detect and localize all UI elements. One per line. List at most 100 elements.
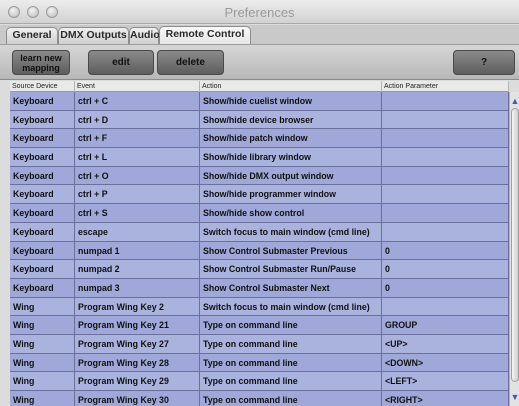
event-cell: Program Wing Key 28 bbox=[75, 353, 200, 372]
action-parameter-cell: <UP> bbox=[382, 334, 509, 353]
learn-new-mapping-button[interactable]: learn new mapping bbox=[12, 50, 70, 75]
event-cell: Program Wing Key 21 bbox=[75, 316, 200, 335]
action-parameter-cell: <LEFT> bbox=[382, 372, 509, 391]
event-cell: ctrl + C bbox=[75, 92, 200, 110]
table-row[interactable]: Keyboard escape Switch focus to main windo… bbox=[10, 222, 509, 242]
event-cell: ctrl + L bbox=[75, 148, 200, 167]
action-parameter-cell bbox=[382, 222, 509, 241]
action-cell: Show/hide DMX output window bbox=[200, 166, 382, 185]
event-cell: ctrl + O bbox=[75, 166, 200, 185]
event-cell: escape bbox=[75, 222, 200, 241]
action-parameter-cell: GROUP bbox=[382, 316, 509, 335]
source-device-cell: Keyboard bbox=[10, 148, 75, 167]
action-cell: Switch focus to main window (cmd line) bbox=[200, 297, 382, 316]
event-cell: ctrl + P bbox=[75, 185, 200, 204]
column-header-action-parameter[interactable]: Action Parameter bbox=[382, 81, 509, 92]
action-cell: Show/hide programmer window bbox=[200, 185, 382, 204]
table-row[interactable]: Wing Program Wing Key 21 Type on command l… bbox=[10, 316, 509, 335]
event-cell: Program Wing Key 29 bbox=[75, 372, 200, 391]
help-button[interactable]: ? bbox=[453, 50, 515, 75]
source-device-cell: Keyboard bbox=[10, 241, 75, 260]
table-row[interactable]: Keyboard ctrl + L Show/hide library window bbox=[10, 148, 509, 167]
action-cell: Show Control Submaster Run/Pause bbox=[200, 260, 382, 279]
tab-dmx-outputs[interactable]: DMX Outputs bbox=[58, 27, 129, 44]
event-cell: ctrl + S bbox=[75, 204, 200, 223]
action-cell: Type on command line bbox=[200, 353, 382, 372]
table-row[interactable]: Wing Program Wing Key 30 Type on command l… bbox=[10, 391, 509, 406]
source-device-cell: Wing bbox=[10, 316, 75, 335]
source-device-cell: Wing bbox=[10, 372, 75, 391]
table-row[interactable]: Keyboard numpad 2 Show Control Submaster R… bbox=[10, 260, 509, 279]
scroll-down-icon[interactable]: ▼ bbox=[510, 392, 519, 402]
action-parameter-cell bbox=[382, 204, 509, 223]
tab-general[interactable]: General bbox=[6, 27, 58, 44]
toolbar: learn new mapping edit delete ? bbox=[0, 44, 519, 80]
source-device-cell: Keyboard bbox=[10, 129, 75, 148]
action-cell: Type on command line bbox=[200, 316, 382, 335]
action-parameter-cell: <DOWN> bbox=[382, 353, 509, 372]
tab-remote-control[interactable]: Remote Control bbox=[159, 26, 251, 44]
column-header-event[interactable]: Event bbox=[75, 81, 200, 92]
table-row[interactable]: Keyboard ctrl + S Show/hide show control bbox=[10, 204, 509, 223]
column-header-action[interactable]: Action bbox=[200, 81, 382, 92]
preferences-window: Preferences General DMX Outputs Audio Re… bbox=[0, 0, 519, 406]
source-device-cell: Keyboard bbox=[10, 204, 75, 223]
source-device-cell: Keyboard bbox=[10, 222, 75, 241]
action-parameter-cell: <RIGHT> bbox=[382, 391, 509, 406]
event-cell: numpad 2 bbox=[75, 260, 200, 279]
table-row[interactable]: Keyboard numpad 3 Show Control Submaster N… bbox=[10, 278, 509, 298]
table-row[interactable]: Wing Program Wing Key 28 Type on command l… bbox=[10, 353, 509, 373]
action-parameter-cell bbox=[382, 185, 509, 204]
scroll-up-icon[interactable]: ▲ bbox=[510, 96, 519, 106]
source-device-cell: Keyboard bbox=[10, 92, 75, 110]
action-cell: Show/hide patch window bbox=[200, 129, 382, 148]
title-bar: Preferences bbox=[0, 0, 519, 24]
table-row[interactable]: Keyboard ctrl + O Show/hide DMX output win… bbox=[10, 166, 509, 186]
table-row[interactable]: Keyboard ctrl + C Show/hide cuelist window bbox=[10, 92, 509, 111]
action-cell: Type on command line bbox=[200, 334, 382, 353]
mapping-table: Source Device Event Action Action Parame… bbox=[10, 81, 519, 406]
column-header-source-device[interactable]: Source Device bbox=[10, 81, 75, 92]
table-row[interactable]: Keyboard ctrl + P Show/hide programmer win… bbox=[10, 185, 509, 205]
table-row[interactable]: Keyboard numpad 1 Show Control Submaster P… bbox=[10, 241, 509, 261]
action-parameter-cell bbox=[382, 110, 509, 129]
action-parameter-cell: 0 bbox=[382, 278, 509, 297]
source-device-cell: Wing bbox=[10, 391, 75, 406]
action-cell: Show/hide cuelist window bbox=[200, 92, 382, 110]
event-cell: Program Wing Key 27 bbox=[75, 334, 200, 353]
action-parameter-cell bbox=[382, 148, 509, 167]
window-title: Preferences bbox=[224, 5, 295, 20]
source-device-cell: Wing bbox=[10, 297, 75, 316]
table-row[interactable]: Wing Program Wing Key 2 Switch focus to ma… bbox=[10, 297, 509, 317]
event-cell: ctrl + F bbox=[75, 129, 200, 148]
event-cell: Program Wing Key 30 bbox=[75, 391, 200, 406]
vertical-scrollbar[interactable]: ▲ ▼ bbox=[509, 92, 519, 406]
action-parameter-cell bbox=[382, 92, 509, 110]
action-parameter-cell: 0 bbox=[382, 260, 509, 279]
action-cell: Show Control Submaster Next bbox=[200, 278, 382, 297]
tab-bar: General DMX Outputs Audio Remote Control bbox=[0, 25, 519, 44]
scroll-thumb[interactable] bbox=[511, 108, 519, 382]
event-cell: ctrl + D bbox=[75, 110, 200, 129]
action-cell: Show/hide device browser bbox=[200, 110, 382, 129]
action-parameter-cell: 0 bbox=[382, 241, 509, 260]
table-row[interactable]: Wing Program Wing Key 27 Type on command l… bbox=[10, 334, 509, 354]
action-cell: Show/hide library window bbox=[200, 148, 382, 167]
table-header: Source Device Event Action Action Parame… bbox=[10, 81, 509, 92]
table-row[interactable]: Keyboard ctrl + D Show/hide device browser bbox=[10, 110, 509, 130]
action-parameter-cell bbox=[382, 297, 509, 316]
event-cell: numpad 1 bbox=[75, 241, 200, 260]
action-parameter-cell bbox=[382, 129, 509, 148]
event-cell: numpad 3 bbox=[75, 278, 200, 297]
tab-audio[interactable]: Audio bbox=[129, 27, 160, 44]
source-device-cell: Keyboard bbox=[10, 278, 75, 297]
action-cell: Show/hide show control bbox=[200, 204, 382, 223]
table-row[interactable]: Wing Program Wing Key 29 Type on command l… bbox=[10, 372, 509, 391]
event-cell: Program Wing Key 2 bbox=[75, 297, 200, 316]
delete-button[interactable]: delete bbox=[157, 50, 224, 75]
edit-button[interactable]: edit bbox=[88, 50, 154, 75]
source-device-cell: Keyboard bbox=[10, 185, 75, 204]
table-row[interactable]: Keyboard ctrl + F Show/hide patch window bbox=[10, 129, 509, 149]
source-device-cell: Keyboard bbox=[10, 260, 75, 279]
table-body: Keyboard ctrl + C Show/hide cuelist window… bbox=[10, 92, 509, 406]
